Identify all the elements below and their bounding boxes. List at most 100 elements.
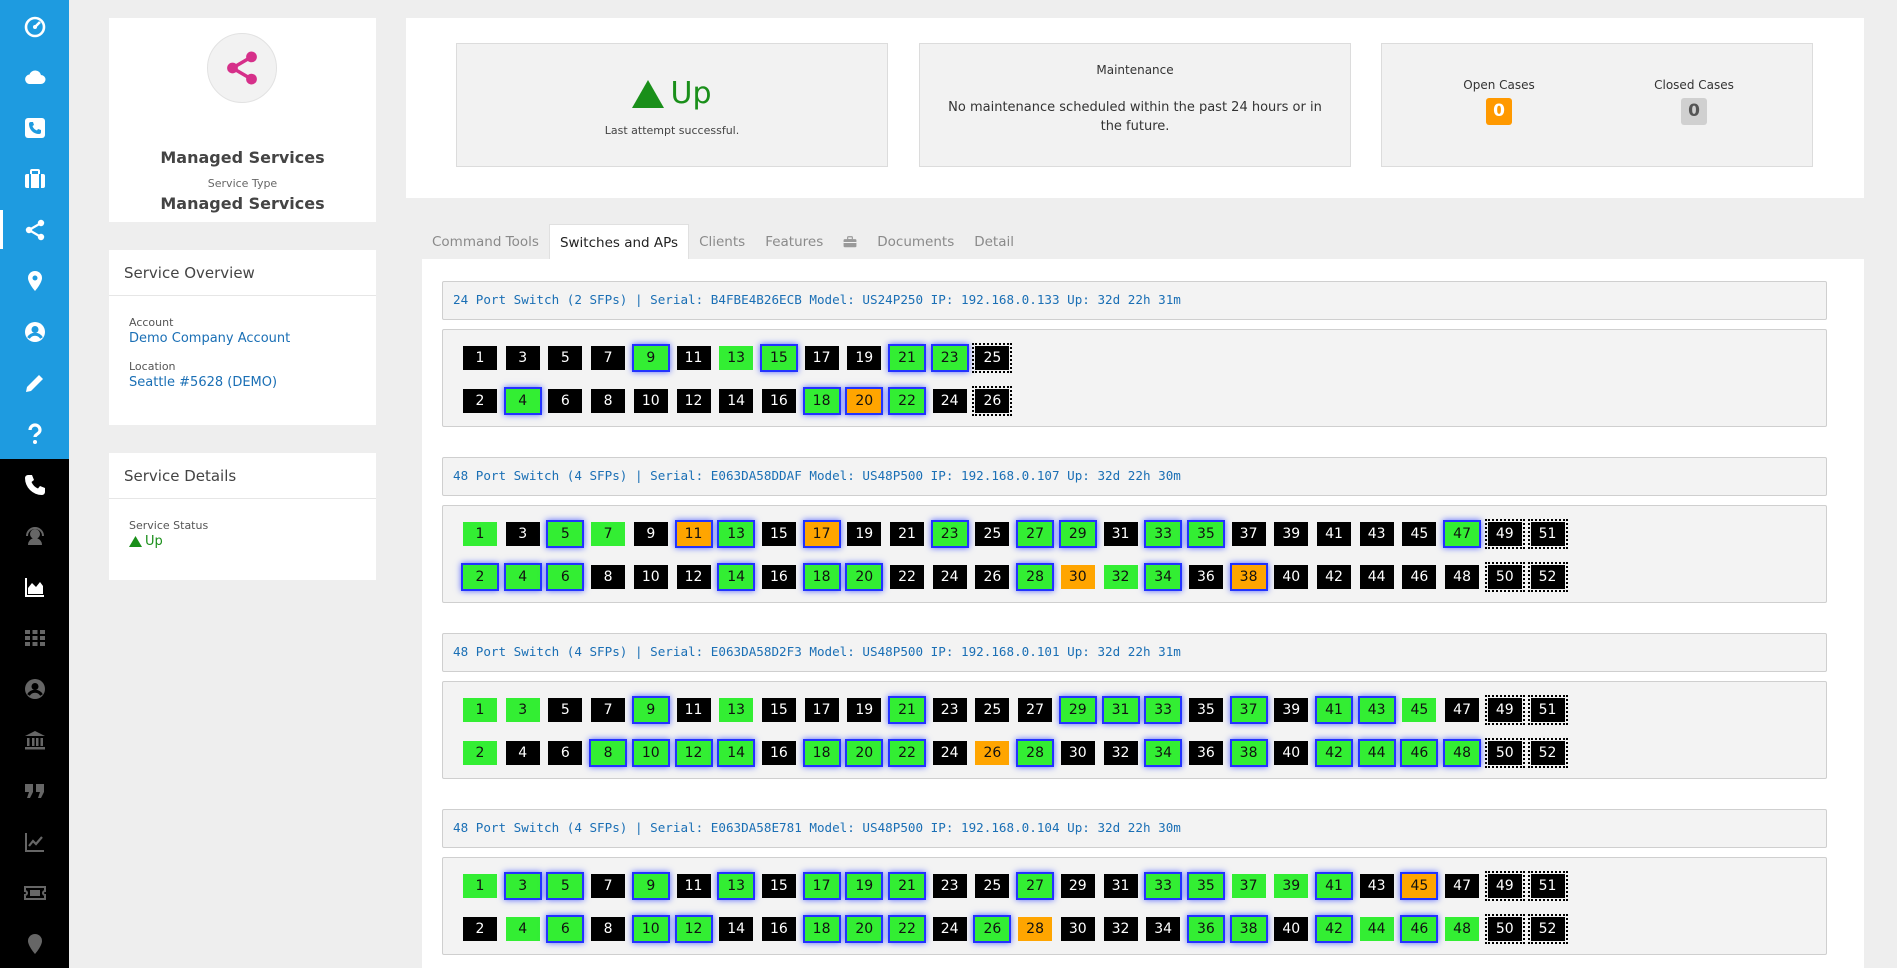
port-11[interactable]: 11	[676, 522, 711, 546]
port-31[interactable]: 31	[1103, 874, 1138, 898]
port-34[interactable]: 34	[1146, 741, 1181, 765]
port-46[interactable]: 46	[1402, 741, 1437, 765]
port-13[interactable]: 13	[719, 522, 754, 546]
port-9[interactable]: 9	[633, 522, 668, 546]
account-circle-icon[interactable]	[0, 663, 69, 714]
port-16[interactable]: 16	[761, 741, 796, 765]
port-4[interactable]: 4	[505, 389, 540, 413]
port-12[interactable]: 12	[676, 741, 711, 765]
port-26[interactable]: 26	[975, 565, 1010, 589]
port-49[interactable]: 49	[1484, 871, 1525, 901]
map-pin-icon[interactable]	[0, 255, 69, 306]
port-2[interactable]: 2	[463, 389, 497, 413]
port-43[interactable]: 43	[1359, 698, 1394, 722]
port-25[interactable]: 25	[972, 343, 1013, 373]
tab-features[interactable]: Features	[755, 224, 833, 260]
port-13[interactable]: 13	[719, 346, 754, 370]
port-41[interactable]: 41	[1317, 698, 1351, 722]
port-49[interactable]: 49	[1484, 695, 1525, 725]
port-4[interactable]: 4	[505, 565, 540, 589]
port-51[interactable]: 51	[1527, 519, 1568, 549]
port-46[interactable]: 46	[1402, 917, 1437, 941]
port-24[interactable]: 24	[932, 741, 967, 765]
port-18[interactable]: 18	[804, 741, 839, 765]
port-17[interactable]: 17	[804, 346, 839, 370]
port-5[interactable]: 5	[548, 522, 583, 546]
port-13[interactable]: 13	[719, 698, 754, 722]
port-42[interactable]: 42	[1317, 741, 1351, 765]
port-22[interactable]: 22	[890, 741, 924, 765]
port-20[interactable]: 20	[847, 741, 882, 765]
port-15[interactable]: 15	[761, 698, 796, 722]
port-31[interactable]: 31	[1103, 522, 1138, 546]
port-10[interactable]: 10	[633, 565, 668, 589]
port-23[interactable]: 23	[932, 522, 967, 546]
port-18[interactable]: 18	[804, 917, 839, 941]
port-10[interactable]: 10	[633, 741, 668, 765]
port-47[interactable]: 47	[1445, 522, 1480, 546]
port-25[interactable]: 25	[975, 522, 1010, 546]
port-22[interactable]: 22	[890, 917, 924, 941]
port-23[interactable]: 23	[932, 698, 967, 722]
tab-detail[interactable]: Detail	[964, 224, 1024, 260]
port-8[interactable]: 8	[591, 917, 626, 941]
port-9[interactable]: 9	[633, 346, 668, 370]
port-10[interactable]: 10	[633, 917, 668, 941]
port-33[interactable]: 33	[1146, 698, 1181, 722]
port-35[interactable]: 35	[1188, 698, 1223, 722]
port-27[interactable]: 27	[1018, 522, 1053, 546]
port-28[interactable]: 28	[1018, 917, 1053, 941]
port-38[interactable]: 38	[1231, 741, 1266, 765]
port-6[interactable]: 6	[548, 741, 583, 765]
port-19[interactable]: 19	[847, 346, 882, 370]
port-14[interactable]: 14	[719, 741, 754, 765]
port-16[interactable]: 16	[761, 917, 796, 941]
port-38[interactable]: 38	[1231, 565, 1266, 589]
port-15[interactable]: 15	[761, 522, 796, 546]
phone-icon[interactable]	[0, 459, 69, 510]
port-45[interactable]: 45	[1402, 874, 1437, 898]
port-8[interactable]: 8	[591, 389, 626, 413]
port-44[interactable]: 44	[1359, 917, 1394, 941]
switch-header[interactable]: 48 Port Switch (4 SFPs) | Serial: E063DA…	[442, 809, 1827, 848]
port-33[interactable]: 33	[1146, 874, 1181, 898]
port-5[interactable]: 5	[548, 874, 583, 898]
port-12[interactable]: 12	[676, 565, 711, 589]
port-12[interactable]: 12	[676, 389, 711, 413]
port-16[interactable]: 16	[761, 389, 796, 413]
quote-icon[interactable]	[0, 765, 69, 816]
port-29[interactable]: 29	[1060, 698, 1095, 722]
port-34[interactable]: 34	[1146, 565, 1181, 589]
port-35[interactable]: 35	[1188, 874, 1223, 898]
port-2[interactable]: 2	[463, 917, 497, 941]
tab-briefcase[interactable]	[833, 224, 867, 260]
port-28[interactable]: 28	[1018, 565, 1053, 589]
port-1[interactable]: 1	[463, 874, 497, 898]
port-7[interactable]: 7	[591, 346, 626, 370]
grid-icon[interactable]	[0, 612, 69, 663]
port-25[interactable]: 25	[975, 874, 1010, 898]
switch-header[interactable]: 48 Port Switch (4 SFPs) | Serial: E063DA…	[442, 457, 1827, 496]
port-26[interactable]: 26	[975, 741, 1010, 765]
port-45[interactable]: 45	[1402, 698, 1437, 722]
port-45[interactable]: 45	[1402, 522, 1437, 546]
port-3[interactable]: 3	[505, 874, 540, 898]
port-21[interactable]: 21	[890, 698, 924, 722]
port-22[interactable]: 22	[890, 389, 924, 413]
port-17[interactable]: 17	[804, 698, 839, 722]
switch-header[interactable]: 24 Port Switch (2 SFPs) | Serial: B4FBE4…	[442, 281, 1827, 320]
port-43[interactable]: 43	[1359, 874, 1394, 898]
port-32[interactable]: 32	[1103, 917, 1138, 941]
port-52[interactable]: 52	[1527, 562, 1568, 592]
port-27[interactable]: 27	[1018, 698, 1053, 722]
port-39[interactable]: 39	[1274, 698, 1309, 722]
port-23[interactable]: 23	[932, 346, 967, 370]
port-50[interactable]: 50	[1484, 914, 1525, 944]
port-24[interactable]: 24	[932, 917, 967, 941]
question-icon[interactable]	[0, 408, 69, 459]
port-1[interactable]: 1	[463, 698, 497, 722]
phone-square-icon[interactable]	[0, 102, 69, 153]
port-28[interactable]: 28	[1018, 741, 1053, 765]
ticket-icon[interactable]	[0, 867, 69, 918]
open-cases-badge[interactable]: 0	[1486, 98, 1512, 125]
